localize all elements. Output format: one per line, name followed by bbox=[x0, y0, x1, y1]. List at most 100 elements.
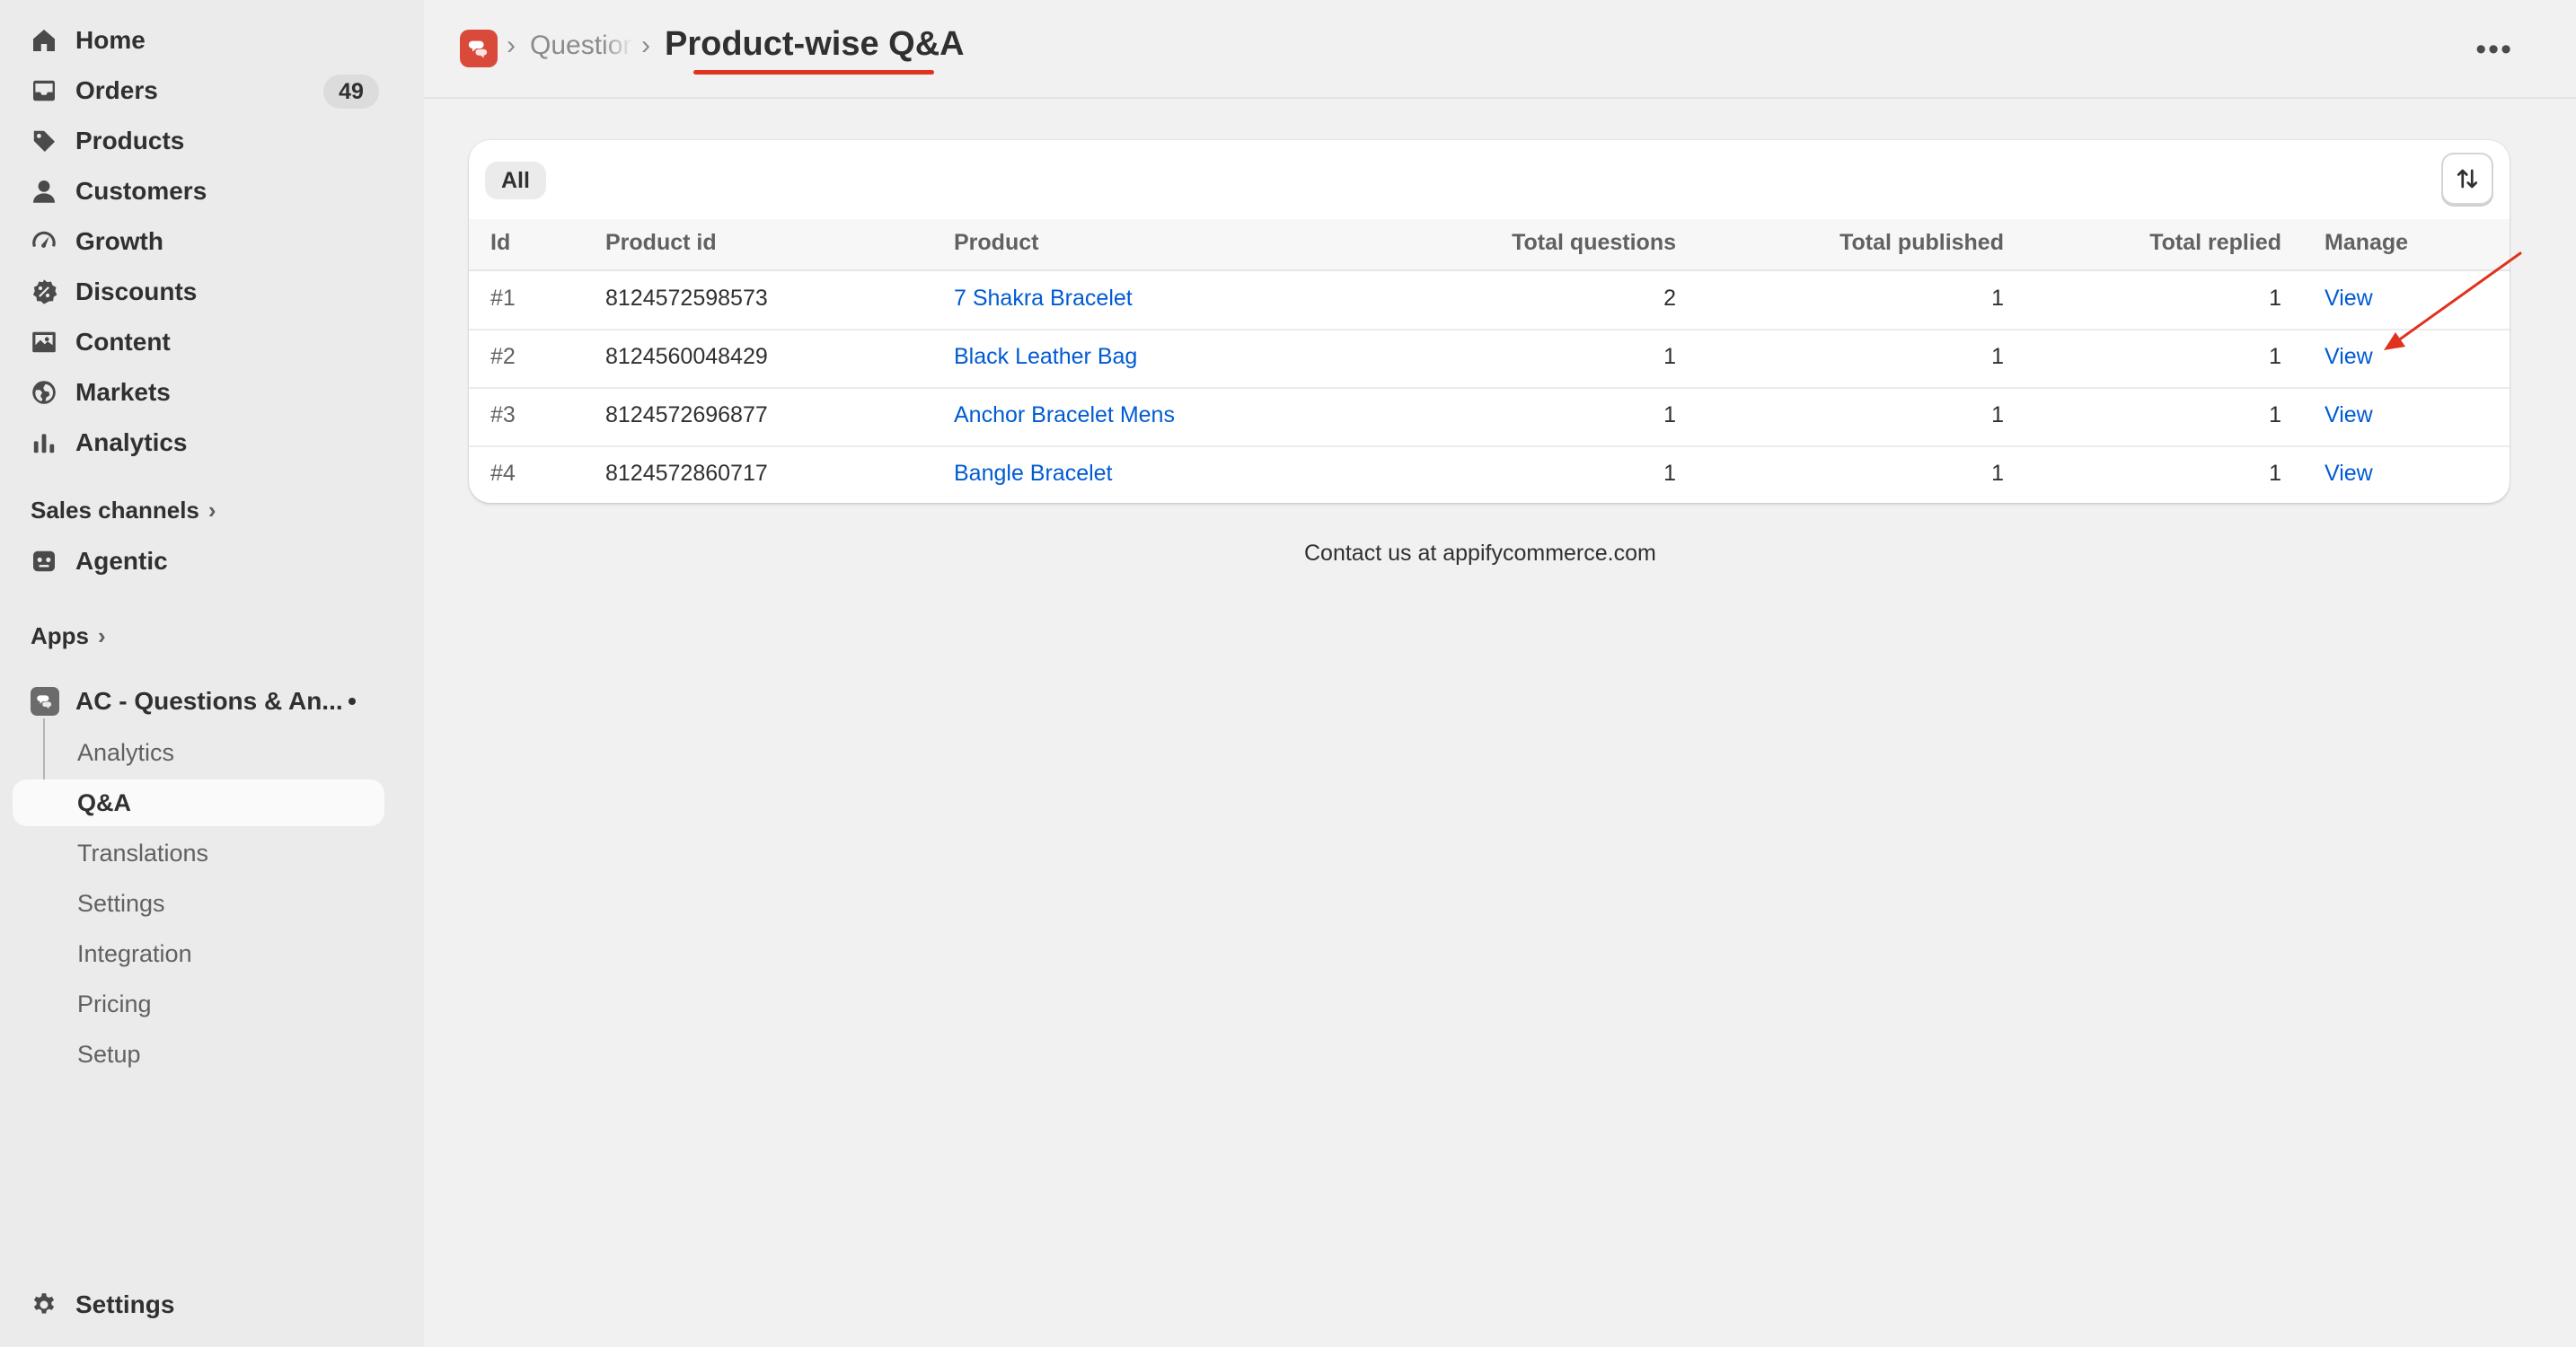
cell-product[interactable]: 7 Shakra Bracelet bbox=[954, 286, 1133, 312]
col-manage: Manage bbox=[2325, 230, 2409, 255]
globe-icon bbox=[29, 377, 59, 408]
app-pin-dot bbox=[348, 698, 356, 705]
nav-customers[interactable]: Customers bbox=[13, 170, 384, 213]
cell-total-replied: 1 bbox=[2269, 344, 2281, 369]
table-row: #3 8124572696877 Anchor Bracelet Mens 1 1 1 Vi… bbox=[469, 388, 2510, 447]
sales-channels-label: Sales channels bbox=[31, 497, 199, 524]
table-row: #2 8124560048429 Black Leather Bag 1 1 1 View bbox=[469, 330, 2510, 389]
app-sub-translations[interactable]: Translations bbox=[13, 830, 384, 876]
cell-product[interactable]: Anchor Bracelet Mens bbox=[954, 402, 1175, 428]
table-row: #4 8124572860717 Bangle Bracelet 1 1 1 View bbox=[469, 446, 2510, 503]
app-sub-qa[interactable]: Q&A bbox=[13, 779, 384, 826]
person-icon bbox=[29, 176, 59, 207]
cell-product-id: 8124560048429 bbox=[605, 344, 768, 369]
nav-content-label: Content bbox=[75, 328, 171, 356]
col-total-replied: Total replied bbox=[2149, 230, 2281, 255]
cell-product[interactable]: Black Leather Bag bbox=[954, 344, 1137, 370]
breadcrumb-separator-icon: › bbox=[507, 31, 516, 60]
nav-agentic[interactable]: Agentic bbox=[13, 540, 384, 583]
nav-analytics[interactable]: Analytics bbox=[13, 421, 384, 464]
contact-footer[interactable]: Contact us at appifycommerce.com bbox=[1304, 541, 1656, 567]
cell-manage[interactable]: View bbox=[2325, 402, 2373, 428]
app-sub-settings[interactable]: Settings bbox=[13, 880, 384, 927]
orders-count-badge: 49 bbox=[323, 75, 379, 109]
col-product-id: Product id bbox=[605, 230, 717, 255]
cell-id: #1 bbox=[490, 286, 516, 311]
chevron-right-icon: › bbox=[98, 622, 106, 649]
cell-id: #3 bbox=[490, 402, 516, 427]
app-sub-integration[interactable]: Integration bbox=[13, 930, 384, 977]
sort-button[interactable] bbox=[2441, 153, 2493, 205]
title-annotation-underline bbox=[693, 70, 934, 75]
cell-product-id: 8124572598573 bbox=[605, 286, 768, 311]
cell-total-questions: 1 bbox=[1663, 402, 1676, 427]
robot-icon bbox=[29, 546, 59, 577]
cell-id: #4 bbox=[490, 461, 516, 486]
apps-heading[interactable]: Apps › bbox=[31, 622, 106, 650]
nav-analytics-label: Analytics bbox=[75, 428, 188, 456]
sidebar: Home Orders 49 Products Customers Growth… bbox=[0, 0, 424, 1347]
cell-manage[interactable]: View bbox=[2325, 461, 2373, 487]
nav-orders-label: Orders bbox=[75, 76, 158, 104]
cell-manage[interactable]: View bbox=[2325, 286, 2373, 312]
cell-total-questions: 1 bbox=[1663, 344, 1676, 369]
nav-home[interactable]: Home bbox=[13, 19, 384, 62]
cell-product-id: 8124572696877 bbox=[605, 402, 768, 427]
cell-product-id: 8124572860717 bbox=[605, 461, 768, 486]
app-sub-analytics[interactable]: Analytics bbox=[13, 729, 384, 776]
col-total-published: Total published bbox=[1839, 230, 2004, 255]
gauge-icon bbox=[29, 226, 59, 257]
questions-table-card: All Id Product id Product Total questions To… bbox=[469, 140, 2510, 503]
nav-markets[interactable]: Markets bbox=[13, 371, 384, 414]
app-sub-setup[interactable]: Setup bbox=[13, 1031, 384, 1078]
discount-icon bbox=[29, 277, 59, 307]
nav-home-label: Home bbox=[75, 26, 146, 54]
app-sub-pricing[interactable]: Pricing bbox=[13, 981, 384, 1027]
cell-total-replied: 1 bbox=[2269, 286, 2281, 311]
app-name-label: AC - Questions & An... bbox=[75, 687, 343, 715]
page-header: › Questions & Answers › Product-wise Q&A… bbox=[424, 0, 2576, 99]
nav-discounts[interactable]: Discounts bbox=[13, 270, 384, 313]
breadcrumb-link[interactable]: Questions & Answers bbox=[530, 31, 633, 61]
cell-total-replied: 1 bbox=[2269, 461, 2281, 486]
cell-total-published: 1 bbox=[1991, 402, 2004, 427]
app-questions-answers[interactable]: AC - Questions & An... bbox=[13, 679, 384, 724]
cell-total-questions: 1 bbox=[1663, 461, 1676, 486]
cell-product[interactable]: Bangle Bracelet bbox=[954, 461, 1113, 487]
table-header: Id Product id Product Total questions Total … bbox=[469, 219, 2510, 271]
cell-total-questions: 2 bbox=[1663, 286, 1676, 311]
sort-arrows-icon bbox=[2457, 169, 2478, 189]
nav-products[interactable]: Products bbox=[13, 119, 384, 163]
tab-all[interactable]: All bbox=[485, 162, 546, 199]
cell-manage[interactable]: View bbox=[2325, 344, 2373, 370]
cell-total-published: 1 bbox=[1991, 461, 2004, 486]
cell-total-published: 1 bbox=[1991, 286, 2004, 311]
tag-icon bbox=[29, 126, 59, 156]
page-title: Product-wise Q&A bbox=[665, 25, 965, 63]
cell-total-replied: 1 bbox=[2269, 402, 2281, 427]
app-logo-icon bbox=[31, 687, 59, 716]
home-icon bbox=[29, 25, 59, 56]
nav-markets-label: Markets bbox=[75, 378, 171, 406]
sales-channels-heading[interactable]: Sales channels › bbox=[31, 497, 216, 524]
cell-total-published: 1 bbox=[1991, 344, 2004, 369]
cell-id: #2 bbox=[490, 344, 516, 369]
more-actions-icon[interactable]: ••• bbox=[2475, 32, 2513, 67]
nav-orders[interactable]: Orders 49 bbox=[13, 69, 384, 112]
inbox-icon bbox=[29, 75, 59, 106]
apps-label: Apps bbox=[31, 622, 89, 649]
app-breadcrumb-icon[interactable] bbox=[460, 30, 498, 67]
table-row: #1 8124572598573 7 Shakra Bracelet 2 1 1 View bbox=[469, 271, 2510, 330]
nav-discounts-label: Discounts bbox=[75, 277, 198, 305]
image-icon bbox=[29, 327, 59, 357]
col-total-questions: Total questions bbox=[1512, 230, 1676, 255]
nav-settings-label: Settings bbox=[75, 1290, 175, 1318]
gear-icon bbox=[29, 1290, 59, 1320]
col-id: Id bbox=[490, 230, 511, 255]
nav-growth[interactable]: Growth bbox=[13, 220, 384, 263]
breadcrumb-separator-icon: › bbox=[641, 31, 650, 60]
nav-content[interactable]: Content bbox=[13, 321, 384, 364]
bar-chart-icon bbox=[29, 427, 59, 458]
nav-growth-label: Growth bbox=[75, 227, 163, 255]
nav-settings[interactable]: Settings bbox=[13, 1283, 384, 1326]
